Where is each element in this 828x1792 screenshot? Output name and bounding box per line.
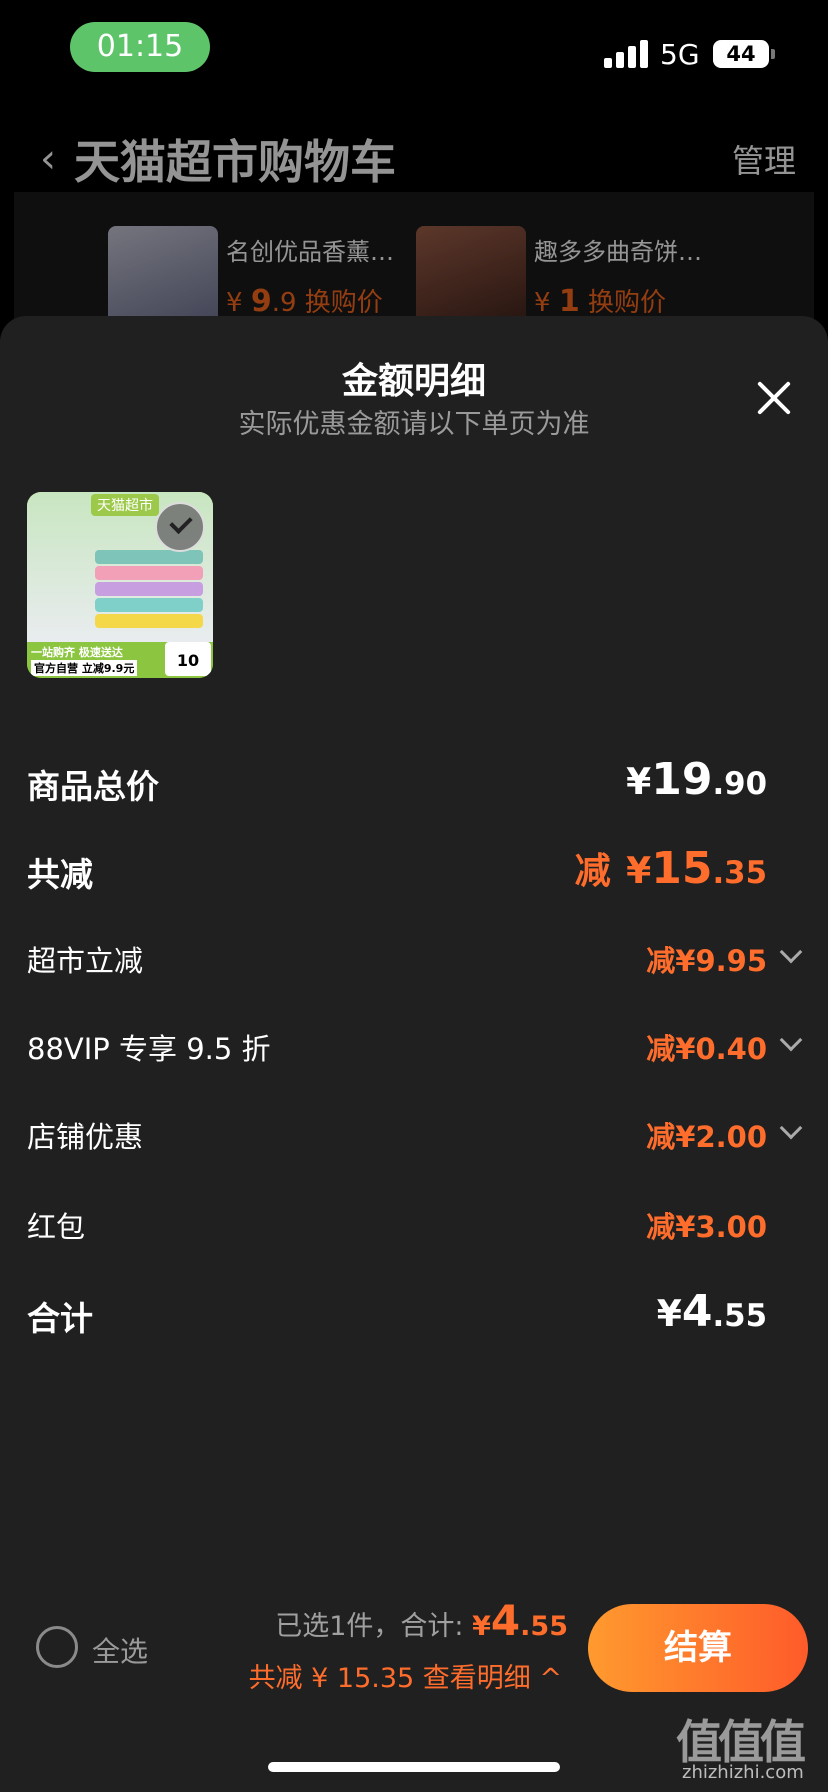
sheet-subtitle: 实际优惠金额请以下单页为准 bbox=[238, 409, 590, 440]
signal-icon bbox=[604, 40, 648, 68]
towel-graphic bbox=[95, 550, 203, 564]
amount-detail-sheet: 金额明细 实际优惠金额请以下单页为准 天猫超市 一站购齐 极速送达 官方自营 立… bbox=[0, 316, 828, 1792]
brand-tag: 天猫超市 bbox=[91, 494, 159, 516]
discount-value: 减¥2.00 bbox=[646, 1120, 767, 1154]
row-label: 超市立减 bbox=[27, 944, 144, 978]
exchange-products-strip: 名创优品香薰… ¥ 9.9 换购价 趣多多曲奇饼… ¥ 1 换购价 bbox=[14, 192, 814, 336]
battery-icon: 44 bbox=[713, 40, 775, 68]
promo-text: 一站购齐 极速送达 bbox=[31, 646, 123, 659]
row-label: 商品总价 bbox=[27, 767, 159, 806]
total-price-value: ¥19.90 bbox=[626, 754, 767, 805]
network-label: 5G bbox=[660, 38, 700, 71]
discount-value: 减¥0.40 bbox=[646, 1032, 767, 1066]
chevron-down-icon[interactable] bbox=[779, 1032, 801, 1054]
select-all-radio[interactable] bbox=[36, 1626, 78, 1668]
row-label: 88VIP 专享 9.5 折 bbox=[27, 1032, 271, 1066]
check-icon[interactable] bbox=[155, 502, 205, 552]
row-label: 店铺优惠 bbox=[27, 1120, 144, 1154]
close-icon[interactable] bbox=[756, 380, 792, 416]
page-title: 天猫超市购物车 bbox=[74, 135, 396, 189]
back-icon[interactable]: ‹ bbox=[40, 136, 56, 182]
row-label: 红包 bbox=[27, 1210, 86, 1244]
product-price: ¥ 1 换购价 bbox=[534, 284, 666, 319]
watermark-url: zhizhizhi.com bbox=[682, 1762, 804, 1783]
sheet-title: 金额明细 bbox=[341, 361, 486, 402]
product-name: 名创优品香薰… bbox=[226, 238, 394, 266]
chevron-down-icon[interactable] bbox=[779, 1120, 801, 1142]
checkout-button[interactable]: 结算 bbox=[588, 1604, 808, 1692]
product-name: 趣多多曲奇饼… bbox=[534, 238, 702, 266]
promo-text: 官方自营 立减9.9元 bbox=[31, 660, 138, 676]
chevron-down-icon[interactable] bbox=[779, 944, 801, 966]
selected-product-thumbnail[interactable]: 天猫超市 一站购齐 极速送达 官方自营 立减9.9元 10 bbox=[27, 492, 213, 678]
manage-button[interactable]: 管理 bbox=[732, 136, 796, 182]
status-bar: 01:15 5G 44 bbox=[0, 0, 828, 100]
total-discount-value: 减 ¥15.35 bbox=[574, 843, 767, 894]
grand-total-value: ¥4.55 bbox=[656, 1286, 767, 1337]
product-price: ¥ 9.9 换购价 bbox=[226, 284, 383, 319]
thumb-price: 10 bbox=[165, 642, 211, 676]
select-all-label[interactable]: 全选 bbox=[92, 1630, 148, 1670]
view-detail-link[interactable]: 共减 ¥ 15.35 查看明细 ^ bbox=[249, 1656, 562, 1695]
home-indicator bbox=[268, 1762, 560, 1772]
discount-value: 减¥3.00 bbox=[646, 1210, 767, 1244]
row-label: 合计 bbox=[27, 1299, 93, 1338]
discount-value: 减¥9.95 bbox=[646, 944, 767, 978]
selected-summary: 已选1件，合计: ¥4.55 bbox=[275, 1596, 568, 1645]
row-label: 共减 bbox=[27, 855, 93, 894]
status-time: 01:15 bbox=[70, 22, 210, 72]
